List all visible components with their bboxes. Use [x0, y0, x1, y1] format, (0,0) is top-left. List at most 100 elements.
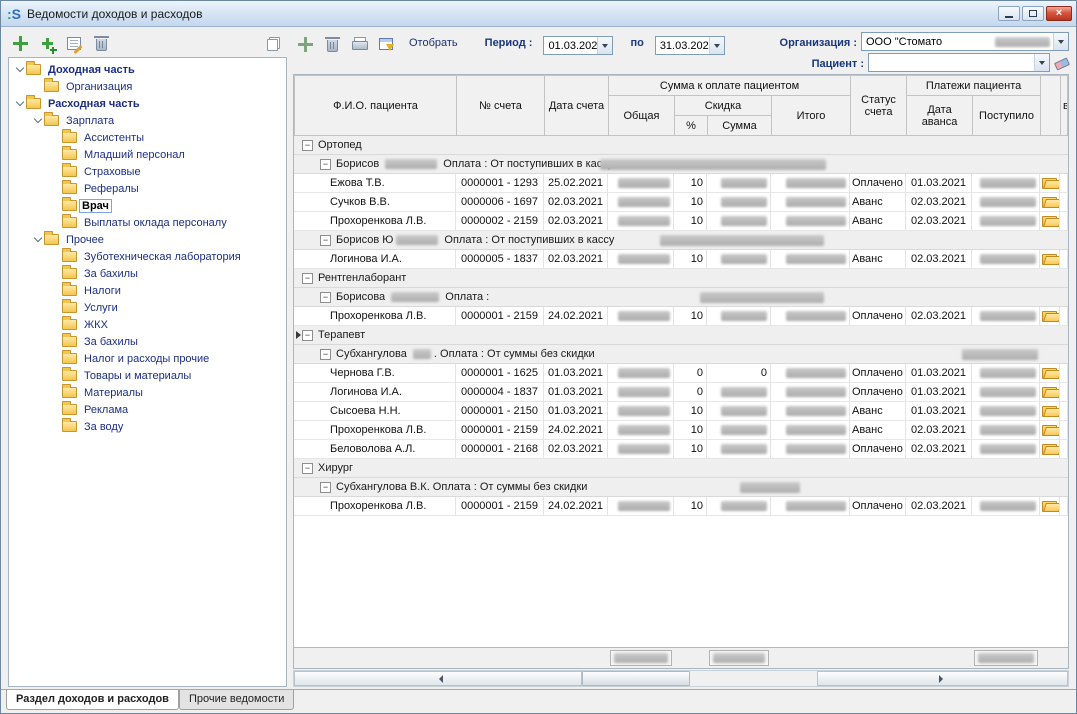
chevron-down-icon[interactable]	[1034, 54, 1049, 71]
open-folder-button[interactable]	[1042, 178, 1057, 189]
patient-select[interactable]	[868, 53, 1050, 72]
minimize-button[interactable]	[998, 6, 1020, 21]
chevron-down-icon[interactable]	[31, 238, 44, 241]
maximize-button[interactable]	[1022, 6, 1044, 21]
date-from-input[interactable]: 01.03.2021	[543, 36, 613, 55]
group-row[interactable]: −Хирург	[294, 459, 1068, 478]
horizontal-scrollbar[interactable]	[293, 670, 1069, 687]
column-invoice-date[interactable]: Дата счета	[545, 76, 609, 136]
tree-item[interactable]: За воду	[9, 418, 286, 435]
table-row[interactable]: Чернова Г.В.0000001 - 162501.03.202100Оп…	[294, 364, 1068, 383]
tree-item[interactable]: Доходная часть	[9, 61, 286, 78]
table-row[interactable]: Сысоева Н.Н.0000001 - 215001.03.202110Ав…	[294, 402, 1068, 421]
scroll-thumb[interactable]	[582, 671, 690, 686]
chevron-down-icon[interactable]	[709, 37, 724, 54]
tree-item[interactable]: Ассистенты	[9, 129, 286, 146]
chevron-down-icon[interactable]	[31, 119, 44, 122]
group-row[interactable]: −Рентгенлаборант	[294, 269, 1068, 288]
tree-item[interactable]: Выплаты оклада персоналу	[9, 214, 286, 231]
tree-item[interactable]: Зуботехническая лаборатория	[9, 248, 286, 265]
tab-income-expense-section[interactable]: Раздел доходов и расходов	[6, 690, 179, 710]
date-to-input[interactable]: 31.03.2021	[655, 36, 725, 55]
tree-item[interactable]: Прочее	[9, 231, 286, 248]
open-folder-button[interactable]	[1042, 216, 1057, 227]
collapse-icon[interactable]: −	[302, 273, 313, 284]
collapse-icon[interactable]: −	[302, 140, 313, 151]
tree-item[interactable]: За бахилы	[9, 265, 286, 282]
table-row[interactable]: Ежова Т.В.0000001 - 129325.02.202110Опла…	[294, 174, 1068, 193]
collapse-icon[interactable]: −	[320, 235, 331, 246]
tree-item[interactable]: Расходная часть	[9, 95, 286, 112]
tree-item[interactable]: Товары и материалы	[9, 367, 286, 384]
tree-item[interactable]: Младший персонал	[9, 146, 286, 163]
collapse-icon[interactable]: −	[320, 159, 331, 170]
tree-item[interactable]: Реклама	[9, 401, 286, 418]
subgroup-row[interactable]: −Субхангулова . Оплата : От суммы без ск…	[294, 345, 1068, 364]
scroll-right-arrow-icon[interactable]	[817, 671, 1069, 686]
table-row[interactable]: Беловолова А.Л.0000001 - 216802.03.20211…	[294, 440, 1068, 459]
tree-item[interactable]: Врач	[9, 197, 286, 214]
column-status[interactable]: Статус счета	[851, 76, 907, 136]
delete-icon[interactable]	[91, 34, 111, 54]
subgroup-row[interactable]: −Субхангулова В.К. Оплата : От суммы без…	[294, 478, 1068, 497]
collapse-icon[interactable]: −	[320, 292, 331, 303]
subgroup-row[interactable]: −Борисова Оплата :	[294, 288, 1068, 307]
column-adv-date[interactable]: Дата аванса	[907, 96, 973, 136]
collapse-icon[interactable]: −	[302, 463, 313, 474]
column-total[interactable]: Общая	[609, 96, 675, 136]
collapse-icon[interactable]: −	[320, 482, 331, 493]
collapse-icon[interactable]: −	[302, 330, 313, 341]
close-button[interactable]: ×	[1046, 6, 1072, 21]
tree-item[interactable]: Зарплата	[9, 112, 286, 129]
table-row[interactable]: Логинова И.А.0000005 - 183702.03.202110А…	[294, 250, 1068, 269]
subgroup-row[interactable]: −Борисов Ю Оплата : От поступивших в кас…	[294, 231, 1068, 250]
tree-item[interactable]: Налоги	[9, 282, 286, 299]
table-row[interactable]: Прохоренкова Л.В.0000001 - 215924.02.202…	[294, 497, 1068, 516]
chevron-down-icon[interactable]	[597, 37, 612, 54]
add-icon[interactable]	[295, 34, 315, 54]
print-icon[interactable]	[349, 34, 369, 54]
tree-item[interactable]: Налог и расходы прочие	[9, 350, 286, 367]
table-row[interactable]: Прохоренкова Л.В.0000001 - 215924.02.202…	[294, 421, 1068, 440]
tab-other-statements[interactable]: Прочие ведомости	[179, 690, 294, 710]
table-row[interactable]: Логинова И.А.0000004 - 183701.03.20210Оп…	[294, 383, 1068, 402]
open-folder-button[interactable]	[1042, 197, 1057, 208]
filter-grid-icon[interactable]	[376, 34, 396, 54]
tree-item[interactable]: ЖКХ	[9, 316, 286, 333]
tree-item[interactable]: Услуги	[9, 299, 286, 316]
clear-icon[interactable]	[1054, 56, 1069, 70]
edit-icon[interactable]	[64, 34, 84, 54]
tree-item[interactable]: Рефералы	[9, 180, 286, 197]
table-row[interactable]: Сучков В.В.0000006 - 169702.03.202110Ава…	[294, 193, 1068, 212]
column-fio[interactable]: Ф.И.О. пациента	[295, 76, 457, 136]
chevron-down-icon[interactable]	[1053, 33, 1068, 50]
add-icon[interactable]	[10, 34, 30, 54]
open-folder-button[interactable]	[1042, 501, 1057, 512]
column-account[interactable]: № счета	[457, 76, 545, 136]
open-folder-button[interactable]	[1042, 387, 1057, 398]
tree-item[interactable]: Материалы	[9, 384, 286, 401]
open-folder-button[interactable]	[1042, 311, 1057, 322]
column-discount-pct[interactable]: %	[675, 116, 708, 136]
chevron-down-icon[interactable]	[13, 68, 26, 71]
table-row[interactable]: Прохоренкова Л.В.0000002 - 215902.03.202…	[294, 212, 1068, 231]
group-row[interactable]: −Ортопед	[294, 136, 1068, 155]
delete-icon[interactable]	[322, 34, 342, 54]
subgroup-row[interactable]: −Борисов Оплата : От поступивших в кассу	[294, 155, 1068, 174]
open-folder-button[interactable]	[1042, 406, 1057, 417]
open-folder-button[interactable]	[1042, 444, 1057, 455]
table-row[interactable]: Прохоренкова Л.В.0000001 - 215924.02.202…	[294, 307, 1068, 326]
collapse-icon[interactable]: −	[320, 349, 331, 360]
tree-item[interactable]: Организация	[9, 78, 286, 95]
chevron-down-icon[interactable]	[13, 102, 26, 105]
open-folder-button[interactable]	[1042, 425, 1057, 436]
column-received[interactable]: Поступило	[973, 96, 1041, 136]
scroll-track[interactable]	[582, 671, 817, 686]
column-discount-sum[interactable]: Сумма	[708, 116, 772, 136]
copy-icon[interactable]	[263, 34, 283, 54]
column-itogo[interactable]: Итого	[772, 96, 851, 136]
open-folder-button[interactable]	[1042, 368, 1057, 379]
tree-item[interactable]: Страховые	[9, 163, 286, 180]
add-child-icon[interactable]	[37, 34, 57, 54]
tree-item[interactable]: За бахилы	[9, 333, 286, 350]
